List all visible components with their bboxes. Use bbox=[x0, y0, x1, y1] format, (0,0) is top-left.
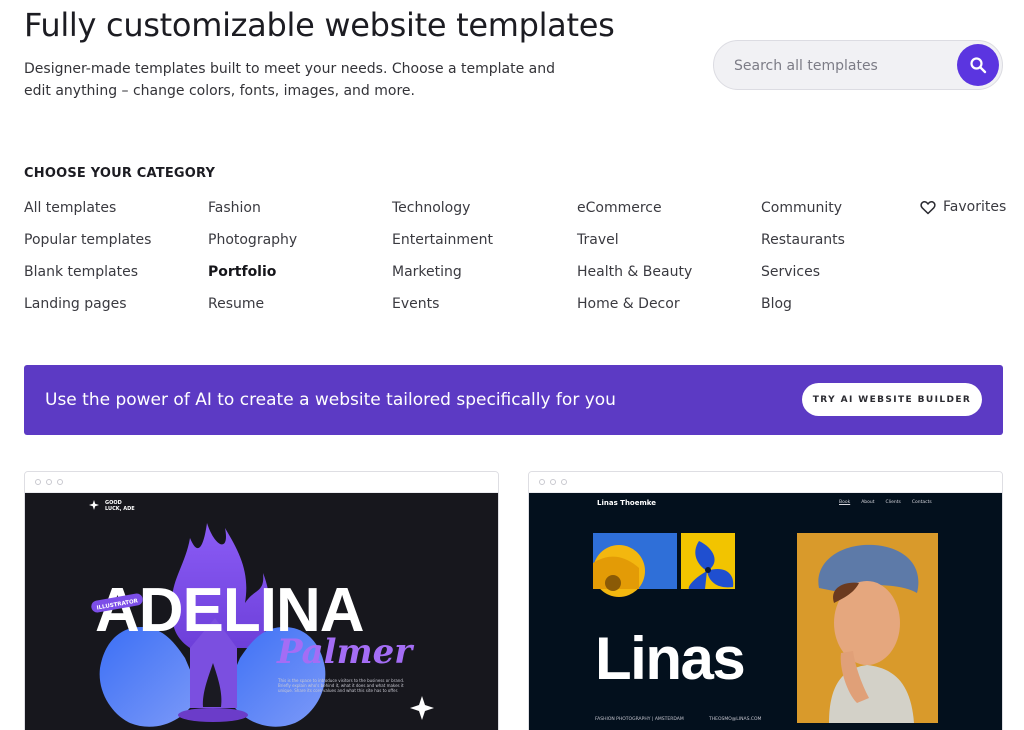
category-fashion[interactable]: Fashion bbox=[208, 199, 297, 231]
category-column-2: Fashion Photography Portfolio Resume bbox=[208, 199, 297, 327]
category-photography[interactable]: Photography bbox=[208, 231, 297, 263]
page-subtitle: Designer-made templates built to meet yo… bbox=[24, 61, 556, 99]
category-heading: CHOOSE YOUR CATEGORY bbox=[24, 166, 216, 181]
category-blog[interactable]: Blog bbox=[761, 295, 845, 327]
category-portfolio[interactable]: Portfolio bbox=[208, 263, 297, 295]
category-services[interactable]: Services bbox=[761, 263, 845, 295]
heart-icon bbox=[920, 200, 936, 214]
favorites-label: Favorites bbox=[943, 199, 1007, 215]
search-button[interactable] bbox=[957, 44, 999, 86]
adelina-artwork: ADELINA Palmer ILLUSTRATOR bbox=[89, 500, 434, 727]
category-restaurants[interactable]: Restaurants bbox=[761, 231, 845, 263]
preview-footer-right: THEOSMO@LINAS.COM bbox=[708, 716, 762, 722]
category-column-5: Community Restaurants Services Blog bbox=[761, 199, 845, 327]
template-card-linas[interactable]: Linas Thoemke Book About Clients Contact… bbox=[528, 471, 1003, 730]
preview-blurb: This is the space to introduce visitors … bbox=[278, 678, 405, 693]
ai-banner: Use the power of AI to create a website … bbox=[24, 365, 1003, 435]
window-dot bbox=[561, 479, 567, 485]
category-health-beauty[interactable]: Health & Beauty bbox=[577, 263, 692, 295]
linas-big-name: Linas bbox=[595, 625, 744, 692]
page-title: Fully customizable website templates bbox=[24, 6, 615, 44]
window-dot bbox=[550, 479, 556, 485]
preview-logo: GOOD LUCK, ADE bbox=[105, 500, 135, 512]
yellow-flower-photo bbox=[593, 545, 645, 597]
window-dot bbox=[57, 479, 63, 485]
window-dot bbox=[35, 479, 41, 485]
category-landing-pages[interactable]: Landing pages bbox=[24, 295, 151, 327]
logo-line-2: LUCK, ADE bbox=[105, 506, 135, 512]
preview-footer-left: FASHION PHOTOGRAPHY | AMSTERDAM bbox=[595, 716, 684, 722]
linas-artwork: Linas FASHION PHOTOGRAPHY | AMSTERDAM TH… bbox=[593, 533, 938, 723]
search-icon bbox=[970, 57, 987, 74]
browser-bar bbox=[25, 472, 498, 493]
category-all-templates[interactable]: All templates bbox=[24, 199, 151, 231]
category-community[interactable]: Community bbox=[761, 199, 845, 231]
category-technology[interactable]: Technology bbox=[392, 199, 493, 231]
template-preview: Linas Thoemke Book About Clients Contact… bbox=[529, 493, 1002, 730]
category-column-1: All templates Popular templates Blank te… bbox=[24, 199, 151, 327]
category-resume[interactable]: Resume bbox=[208, 295, 297, 327]
category-ecommerce[interactable]: eCommerce bbox=[577, 199, 692, 231]
category-column-4: eCommerce Travel Health & Beauty Home & … bbox=[577, 199, 692, 327]
window-dot bbox=[46, 479, 52, 485]
star-logo-icon bbox=[89, 500, 99, 510]
window-dot bbox=[539, 479, 545, 485]
template-preview: ADELINA Palmer ILLUSTRATOR GOOD LUCK, AD… bbox=[25, 493, 498, 730]
category-blank-templates[interactable]: Blank templates bbox=[24, 263, 151, 295]
category-events[interactable]: Events bbox=[392, 295, 493, 327]
category-column-3: Technology Entertainment Marketing Event… bbox=[392, 199, 493, 327]
category-home-decor[interactable]: Home & Decor bbox=[577, 295, 692, 327]
category-marketing[interactable]: Marketing bbox=[392, 263, 493, 295]
ai-banner-text: Use the power of AI to create a website … bbox=[45, 390, 616, 410]
search-box bbox=[713, 40, 1003, 90]
palmer-script: Palmer bbox=[276, 632, 414, 672]
search-input[interactable] bbox=[734, 53, 954, 79]
portrait-photo bbox=[797, 533, 938, 723]
category-entertainment[interactable]: Entertainment bbox=[392, 231, 493, 263]
favorites-link[interactable]: Favorites bbox=[920, 199, 1006, 215]
template-card-adelina[interactable]: ADELINA Palmer ILLUSTRATOR GOOD LUCK, AD… bbox=[24, 471, 499, 730]
category-popular-templates[interactable]: Popular templates bbox=[24, 231, 151, 263]
sparkle-icon bbox=[410, 696, 434, 720]
try-ai-website-builder-button[interactable]: TRY AI WEBSITE BUILDER bbox=[802, 383, 982, 416]
category-travel[interactable]: Travel bbox=[577, 231, 692, 263]
browser-bar bbox=[529, 472, 1002, 493]
